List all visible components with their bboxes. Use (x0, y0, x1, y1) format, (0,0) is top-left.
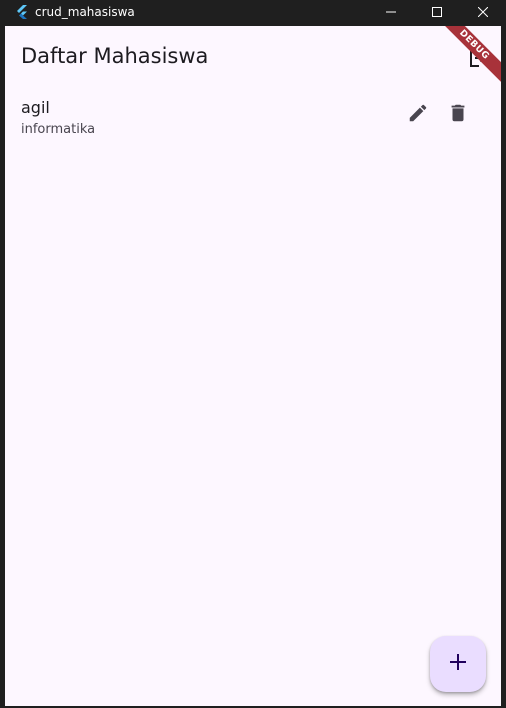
student-major: informatika (21, 122, 96, 137)
app-window: crud_mahasiswa Daftar Mahasiswa DEBUG ag… (0, 0, 506, 708)
minimize-button[interactable] (368, 0, 414, 24)
flutter-logo-icon (14, 4, 30, 20)
add-student-button[interactable] (430, 636, 486, 692)
maximize-button[interactable] (414, 0, 460, 24)
delete-icon (447, 102, 469, 129)
add-icon (448, 652, 468, 677)
window-titlebar[interactable]: crud_mahasiswa (0, 0, 506, 24)
page-title: Daftar Mahasiswa (21, 44, 209, 68)
close-icon (478, 7, 488, 17)
minimize-icon (386, 7, 396, 17)
list-item[interactable]: agil informatika (5, 92, 501, 148)
delete-button[interactable] (438, 95, 478, 135)
edit-button[interactable] (398, 95, 438, 135)
maximize-icon (432, 7, 442, 17)
app-content: Daftar Mahasiswa DEBUG agil informatika (5, 26, 501, 706)
edit-icon (407, 102, 429, 129)
window-title: crud_mahasiswa (35, 5, 135, 19)
close-button[interactable] (460, 0, 506, 24)
student-name: agil (21, 98, 50, 117)
